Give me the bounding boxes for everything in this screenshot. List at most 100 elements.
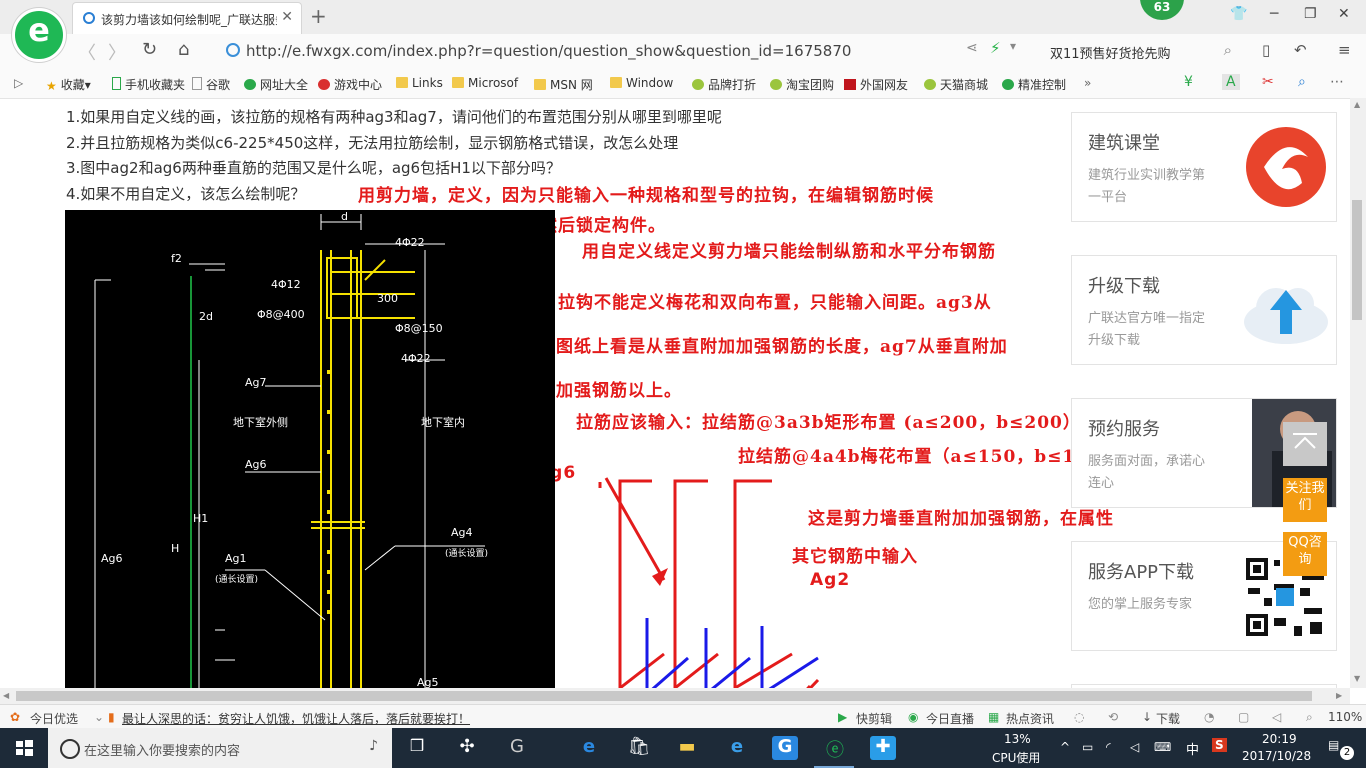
speed-mode-icon[interactable]: ⚡ — [990, 39, 1001, 57]
vertical-scrollbar-thumb[interactable] — [1352, 200, 1362, 320]
guangda-app-icon[interactable]: G — [772, 736, 798, 760]
edge-icon[interactable]: e — [576, 736, 602, 760]
scissors-icon[interactable]: ✂ — [1262, 74, 1274, 90]
notification-count[interactable]: 2 — [1340, 746, 1354, 760]
bookmark-item[interactable]: Links — [396, 76, 443, 90]
keyboard-icon[interactable]: ⌨ — [1154, 740, 1171, 754]
bookmark-item[interactable]: 网址大全 — [244, 76, 308, 93]
horizontal-scrollbar-thumb[interactable] — [16, 691, 1312, 701]
status-item[interactable]: 下载 — [1156, 710, 1180, 727]
bookmark-item[interactable]: 手机收藏夹 — [112, 76, 185, 93]
file-explorer-icon[interactable]: ▬ — [674, 736, 700, 760]
search-icon[interactable]: ⌕ — [1224, 41, 1232, 59]
bookmark-item[interactable]: MSN 网 — [534, 76, 593, 93]
taskbar-search-placeholder: 在这里输入你要搜索的内容 — [84, 744, 241, 759]
shirt-skin-icon[interactable]: 👕 — [1230, 6, 1247, 22]
undo-icon[interactable]: ↶ — [1294, 41, 1307, 59]
forward-icon[interactable]: 〉 — [108, 39, 126, 65]
plus-app-icon[interactable]: ✚ — [870, 736, 896, 760]
back-icon[interactable]: 〈 — [78, 39, 96, 65]
zoom-icon[interactable]: ⌕ — [1306, 710, 1313, 725]
clean-icon[interactable]: ◔ — [1204, 710, 1214, 724]
bookmark-item[interactable]: 谷歌 — [192, 76, 230, 93]
task-view-icon[interactable]: ❒ — [404, 736, 430, 760]
clock-time[interactable]: 20:19 — [1262, 732, 1297, 746]
chevron-down-icon[interactable]: ⌄ — [94, 710, 104, 724]
sound-icon[interactable]: ◁ — [1272, 710, 1281, 724]
bookmark-item[interactable]: 外国网友 — [844, 76, 908, 93]
phone-icon[interactable]: ▯ — [1262, 41, 1270, 59]
ime-indicator[interactable]: 中 — [1186, 739, 1199, 758]
refresh-icon[interactable]: ↻ — [142, 39, 157, 60]
shield-icon[interactable]: ¥ — [1184, 74, 1193, 90]
taskbar-search-input[interactable]: 在这里输入你要搜索的内容 ♪ — [48, 728, 392, 768]
zoom-level[interactable]: 110% — [1328, 710, 1362, 724]
site-info-icon[interactable] — [226, 43, 240, 57]
close-window-icon[interactable]: ✕ — [1338, 6, 1350, 22]
follow-us-button[interactable]: 关注我们 — [1283, 478, 1327, 522]
start-button[interactable] — [0, 728, 48, 768]
address-bar[interactable]: http://e.fwxgx.com/index.php?r=question/… — [226, 38, 1026, 64]
sidebar-card-download[interactable]: 升级下载 广联达官方唯一指定升级下载 — [1071, 255, 1337, 365]
bookmark-item[interactable]: 游戏中心 — [318, 76, 382, 93]
sogou-ime-icon[interactable]: S — [1212, 738, 1227, 752]
g-app-icon[interactable]: G — [504, 736, 530, 760]
url-text[interactable]: http://e.fwxgx.com/index.php?r=question/… — [246, 42, 851, 60]
back-to-top-button[interactable] — [1283, 422, 1327, 466]
tab-active[interactable]: 该剪力墙该如何绘制呢_广联达服务新干线 ✕ — [72, 2, 302, 35]
status-item[interactable]: 今日直播 — [926, 710, 974, 727]
new-tab-icon[interactable]: + — [310, 4, 327, 28]
bookmark-item[interactable]: ★ 收藏▾ — [46, 76, 91, 93]
more-bookmarks-icon[interactable]: » — [1084, 76, 1091, 90]
status-item[interactable]: 热点资讯 — [1006, 710, 1054, 727]
ie-icon[interactable]: e — [724, 736, 750, 760]
search-text[interactable]: 双11预售好货抢先购 — [1050, 43, 1171, 62]
drawing-label: Ag5 — [417, 676, 439, 688]
restore-icon[interactable]: ❐ — [1304, 6, 1317, 22]
qq-consult-button[interactable]: QQ咨询 — [1283, 532, 1327, 576]
bookmark-item[interactable]: 天猫商城 — [924, 76, 988, 93]
microphone-icon[interactable]: ♪ — [369, 738, 378, 754]
bookmark-item[interactable]: Microsof — [452, 76, 518, 90]
translate-icon[interactable]: A — [1222, 74, 1240, 90]
vertical-scrollbar[interactable] — [1350, 98, 1366, 688]
scroll-down-icon[interactable]: ▼ — [1354, 674, 1360, 683]
bookmark-item[interactable]: Window — [610, 76, 673, 90]
bookmark-item[interactable]: 品牌打折 — [692, 76, 756, 93]
scroll-up-icon[interactable]: ▲ — [1354, 100, 1360, 109]
sidebar-card-course[interactable]: 建筑课堂 建筑行业实训教学第一平台 — [1071, 112, 1337, 222]
chevron-down-icon[interactable]: ▾ — [1010, 39, 1016, 53]
tab-close-icon[interactable]: ✕ — [281, 9, 293, 25]
status-item[interactable]: 快剪辑 — [856, 710, 892, 727]
news-link[interactable]: 最让人深思的话：贫穷让人饥饿，饥饿让人落后，落后就要挨打！ — [122, 710, 470, 727]
sync-icon[interactable]: ⟲ — [1108, 710, 1118, 724]
menu-icon[interactable]: ≡ — [1338, 41, 1351, 59]
search-icon[interactable]: ⌕ — [1298, 74, 1306, 90]
fan-app-icon[interactable]: ✣ — [454, 736, 480, 760]
minimize-icon[interactable]: ─ — [1270, 6, 1278, 22]
wifi-icon[interactable]: ◜ — [1106, 740, 1111, 754]
window-icon[interactable]: ▢ — [1238, 710, 1249, 724]
today-picks-label[interactable]: 今日优选 — [30, 710, 78, 727]
annotation-text: 拉筋应该输入：拉结筋@3a3b矩形布置 (a≤200，b≤200） — [576, 413, 1081, 433]
chevron-up-icon[interactable]: ^ — [1060, 740, 1070, 754]
store-icon[interactable]: 🛍 — [626, 736, 652, 760]
browser-360-icon[interactable]: ⓔ — [822, 736, 848, 761]
browser-logo-icon[interactable]: e — [12, 8, 66, 62]
bookmark-item[interactable]: 淘宝团购 — [770, 76, 834, 93]
drawing-label: 4Φ22 — [395, 236, 425, 249]
volume-icon[interactable]: ◁ — [1130, 740, 1139, 754]
sidebar-toggle-icon[interactable]: ▷ — [14, 76, 23, 90]
action-center-icon[interactable]: ▤ — [1328, 738, 1339, 752]
clock-date[interactable]: 2017/10/28 — [1242, 749, 1311, 763]
home-icon[interactable]: ⌂ — [178, 39, 189, 60]
card-subtitle: 广联达官方唯一指定升级下载 — [1088, 311, 1206, 348]
bookmark-item[interactable]: 精准控制 — [1002, 76, 1066, 93]
share-icon[interactable]: ⋖ — [966, 40, 978, 56]
scroll-right-icon[interactable]: ▶ — [1336, 691, 1342, 700]
battery-icon[interactable]: ▭ — [1082, 740, 1093, 754]
scroll-left-icon[interactable]: ◀ — [3, 691, 9, 700]
more-icon[interactable]: ⋯ — [1330, 74, 1344, 90]
speed-icon[interactable]: ◌ — [1074, 710, 1084, 724]
search-input[interactable]: 双11预售好货抢先购 ⌕ — [1040, 38, 1240, 64]
